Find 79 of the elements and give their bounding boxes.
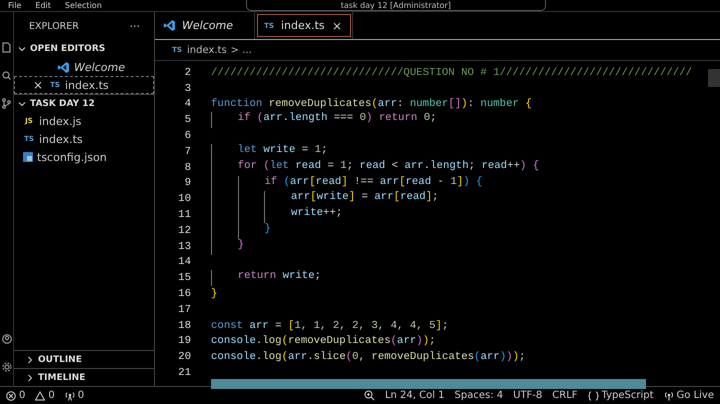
line-number: 11 [177,209,191,222]
close-icon[interactable]: × [332,18,344,32]
line-number: 18 [177,320,191,332]
line-number: 21 [177,367,191,380]
line-number: 8 [184,162,191,174]
panel-header[interactable]: TIMELINE [14,368,154,386]
chevron-down-icon[interactable] [18,45,26,53]
code-line: const arr = [1, 1, 2, 2, 3, 4, 4, 5]; [211,320,448,332]
command-center[interactable]: task day 12 [Administrator] [246,0,546,11]
line-number: 12 [177,224,191,237]
status-item[interactable]: Ln 24, Col 1 [384,390,445,401]
braces-icon [588,390,599,400]
code-line: if (arr[read] !== arr[read - 1]) { [211,176,482,192]
section-header[interactable]: TASK DAY 12 [14,94,154,112]
breadcrumb-item[interactable]: > ... [230,44,252,56]
code-line: write++; [211,207,342,223]
code-line: } [211,238,244,255]
breadcrumb-item[interactable]: index.ts [187,44,227,56]
line-number: 14 [177,256,191,268]
line-number: 9 [184,177,191,190]
line-number: 17 [177,304,191,316]
line-number: 13 [177,240,191,253]
status-item[interactable]: 0 [64,390,84,401]
broadcast-icon [664,390,674,400]
vscode-logo-icon [163,19,176,32]
config-file-icon [23,152,33,162]
vscode-logo-icon [57,60,70,74]
line-number: 5 [184,114,191,126]
status-item[interactable]: 0 [6,390,26,401]
status-item[interactable]: 0 [35,390,55,401]
line-number: 3 [184,82,191,95]
line-number: 2 [184,66,191,79]
status-item[interactable]: CRLF [552,390,578,401]
code-line: console.log(removeDuplicates(arr)); [211,335,436,348]
chevron-right-icon[interactable] [26,374,34,382]
status-item[interactable]: TypeScript [588,390,654,401]
code-line: } [211,288,218,300]
code-line: return write; [211,270,322,286]
broadcast-icon [64,390,75,400]
line-number: 20 [177,351,191,364]
open-editor-entry[interactable]: Welcome [14,58,154,76]
panel-header[interactable]: OUTLINE [14,350,154,368]
code-line: //////////////////////////////QUESTION NO # 1////////////////////////////// [211,66,692,79]
section-header[interactable]: OPEN EDITORS [14,40,154,58]
menu-item[interactable]: Edit [35,0,51,10]
zoom-in-icon[interactable] [364,390,375,401]
code-line: if (arr.length === 0) return 0; [211,112,437,128]
error-icon [6,390,16,400]
line-number: 15 [177,272,191,284]
code-line: function removeDuplicates(arr: number[]): number { [211,98,532,110]
line-number: 16 [177,288,191,300]
source-control-icon[interactable] [2,98,11,109]
code-line: } [211,222,271,239]
settings-icon[interactable] [2,362,12,372]
code-line: console.log(arr.slice(0, removeDuplicates(arr))); [211,351,526,364]
status-item[interactable]: Spaces: 4 [454,390,504,401]
code-line: let write = 1; [211,144,328,160]
line-number: 10 [177,193,191,206]
sidebar-title: EXPLORER [29,20,79,32]
search-icon[interactable] [2,71,11,80]
editor-tab[interactable]: Welcome [155,12,255,39]
close-icon[interactable]: × [33,78,45,92]
line-number: 19 [177,335,191,348]
explorer-tree-entry[interactable]: tsconfig.json [14,148,154,166]
menu-item[interactable]: File [8,0,22,10]
code-line: for (let read = 1; read < arr.length; read++) { [211,160,540,176]
status-item[interactable]: UTF-8 [513,390,542,401]
warning-icon [35,390,46,400]
files-icon[interactable] [2,42,11,53]
more-actions-button[interactable]: ··· [130,20,140,32]
line-number: 7 [184,146,191,158]
status-item[interactable]: Go Live [664,390,714,401]
account-icon[interactable] [2,334,12,344]
line-number: 4 [184,98,191,110]
menu-item[interactable]: Selection [64,0,102,10]
chevron-right-icon[interactable] [26,356,34,364]
line-number: 6 [184,130,191,142]
code-line: arr[write] = arr[read]; [211,191,439,208]
chevron-down-icon[interactable] [18,100,26,108]
